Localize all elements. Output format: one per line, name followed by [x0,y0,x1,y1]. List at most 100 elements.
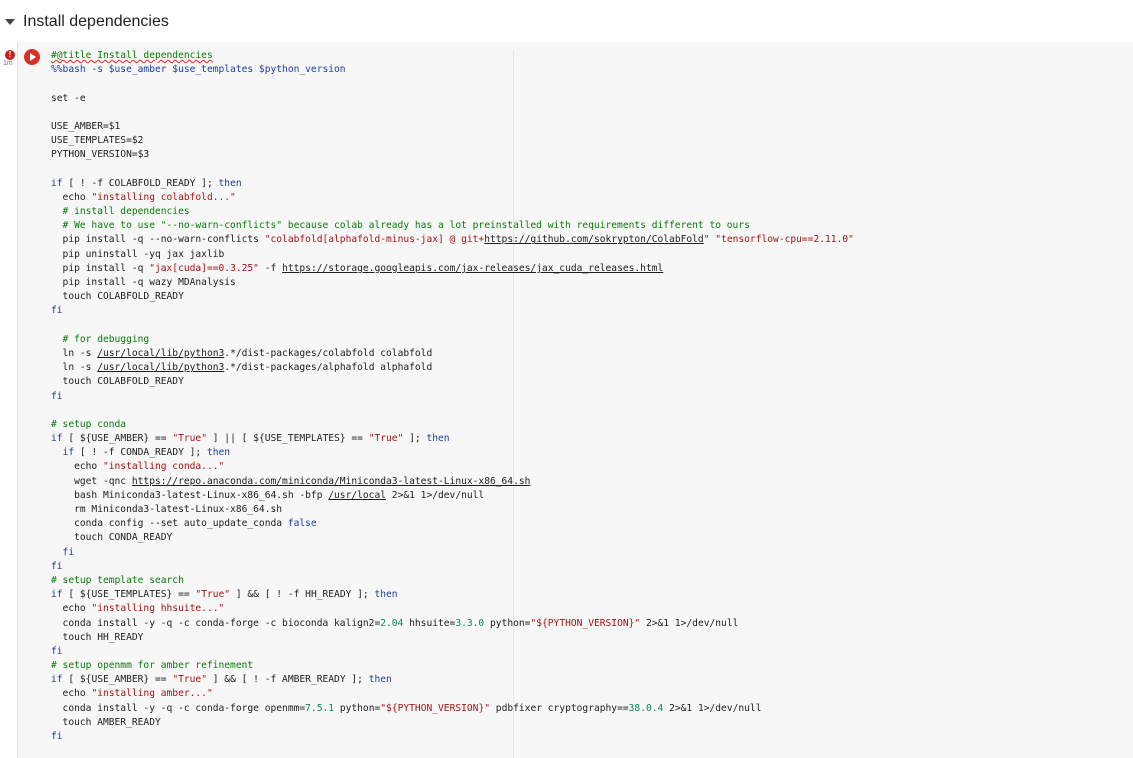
code-line[interactable] [51,319,854,333]
code-line[interactable]: pip install -q --no-warn-conflicts "cola… [51,233,854,247]
code-token: ln -s [51,362,98,374]
code-token: -f [258,262,283,274]
code-token: USE_TEMPLATES=$2 [51,135,144,147]
code-line[interactable] [51,404,854,418]
code-token-url[interactable]: /usr/local [328,490,386,501]
code-line[interactable]: set -e [51,92,854,106]
code-line[interactable]: #@title Install dependencies [51,49,854,63]
code-line[interactable] [51,163,854,177]
code-token: ] || [ ${USE_TEMPLATES} == [206,433,369,445]
code-token-url[interactable]: https://repo.anaconda.com/miniconda/Mini… [132,476,531,487]
code-line[interactable]: bash Miniconda3-latest-Linux-x86_64.sh -… [51,489,854,503]
code-line[interactable]: conda config --set auto_update_conda fal… [51,517,854,531]
code-line[interactable] [51,106,854,120]
code-token-keyword: then [374,589,398,601]
code-line[interactable]: echo "installing hhsuite..." [51,602,854,616]
code-editor[interactable]: #@title Install dependencies %%bash -s $u… [51,49,854,744]
code-token: 2>&1 1>/dev/null [386,489,485,501]
code-token: ln -s [51,347,98,359]
code-line[interactable]: touch AMBER_READY [51,716,854,730]
code-token-url[interactable]: https://github.com/sokrypton/ColabFold [484,234,704,245]
code-token-keyword: then [218,177,242,189]
code-line[interactable]: fi [51,730,854,744]
code-line[interactable]: if [ ${USE_AMBER} == "True" ] || [ ${USE… [51,432,854,446]
code-line[interactable]: fi [51,560,854,574]
code-token-keyword: false [287,518,317,530]
code-token: conda config --set auto_update_conda [51,518,288,530]
code-token: conda install -y -q -c conda-forge -c bi… [51,617,381,629]
code-token: [ ! -f COLABFOLD_READY ]; [62,177,219,189]
code-line[interactable]: echo "installing amber..." [51,687,854,701]
code-line[interactable]: ln -s /usr/local/lib/python3.*/dist-pack… [51,361,854,375]
code-token-comment: # install dependencies [51,206,190,218]
code-line[interactable]: rm Miniconda3-latest-Linux-x86_64.sh [51,503,854,517]
code-line[interactable]: fi [51,546,854,560]
code-line[interactable]: ln -s /usr/local/lib/python3.*/dist-pack… [51,347,854,361]
code-token: pip uninstall -yq jax jaxlib [51,248,225,260]
code-token-keyword: fi [51,305,63,317]
code-line[interactable] [51,77,854,91]
code-line[interactable]: # setup template search [51,574,854,588]
code-token-number: 7.5.1 [305,702,335,714]
code-token: ] && [ ! -f AMBER_READY ]; [206,674,369,686]
code-line[interactable]: touch COLABFOLD_READY [51,375,854,389]
code-token-comment: # setup conda [51,418,127,430]
code-line[interactable]: if [ ! -f COLABFOLD_READY ]; then [51,177,854,191]
code-token-keyword: if [51,674,63,686]
code-line[interactable]: pip install -q wazy MDAnalysis [51,276,854,290]
code-token: python= [484,617,531,629]
code-token-url[interactable]: https://storage.googleapis.com/jax-relea… [282,263,663,274]
code-token: pip install -q --no-warn-conflicts [51,234,265,246]
code-line[interactable]: pip uninstall -yq jax jaxlib [51,248,854,262]
code-token: echo [51,191,92,203]
code-token-string: "tensorflow-cpu==2.11.0" [715,234,854,246]
code-line[interactable]: touch HH_READY [51,631,854,645]
section-header: Install dependencies [0,0,1133,42]
code-token-string: "True" [172,433,207,445]
code-line[interactable]: echo "installing colabfold..." [51,191,854,205]
code-line[interactable]: if [ ${USE_TEMPLATES} == "True" ] && [ !… [51,588,854,602]
play-icon [30,53,36,61]
code-token: .*/dist-packages/alphafold alphafold [224,362,433,374]
section-title: Install dependencies [23,13,169,30]
code-token: set -e [51,92,86,104]
code-line[interactable]: fi [51,304,854,318]
code-token-string: "colabfold[alphafold-minus-jax] @ git+ [264,234,485,246]
code-token-keyword: fi [51,560,63,572]
code-token-comment: #@title Install dependencies [51,50,213,61]
run-cell-button[interactable] [24,49,40,65]
code-token: hhsuite= [403,617,456,629]
code-line[interactable]: fi [51,645,854,659]
code-line[interactable]: # setup openmm for amber refinement [51,659,854,673]
code-line[interactable]: USE_AMBER=$1 [51,120,854,134]
code-line[interactable]: pip install -q "jax[cuda]==0.3.25" -f ht… [51,262,854,276]
code-line[interactable]: # We have to use "--no-warn-conflicts" b… [51,219,854,233]
code-line[interactable]: touch CONDA_READY [51,531,854,545]
code-line[interactable]: conda install -y -q -c conda-forge openm… [51,702,854,716]
code-line[interactable]: PYTHON_VERSION=$3 [51,148,854,162]
code-token-url[interactable]: /usr/local/lib/python3 [97,362,224,373]
code-line[interactable]: fi [51,390,854,404]
code-token-keyword: fi [51,731,63,742]
code-token-number: 2.04 [380,617,404,629]
code-token: [ ! -f CONDA_READY ]; [74,447,207,459]
code-token-number: 3.3.0 [455,617,485,629]
code-token-url[interactable]: /usr/local/lib/python3 [97,348,224,359]
code-token-keyword: if [51,589,63,601]
code-line[interactable]: touch COLABFOLD_READY [51,290,854,304]
code-line[interactable]: %%bash -s $use_amber $use_templates $pyt… [51,63,854,77]
code-line[interactable]: USE_TEMPLATES=$2 [51,134,854,148]
code-token: [ ${USE_AMBER} == [62,674,173,686]
code-line[interactable]: conda install -y -q -c conda-forge -c bi… [51,617,854,631]
code-line[interactable]: wget -qnc https://repo.anaconda.com/mini… [51,475,854,489]
code-line[interactable]: # install dependencies [51,205,854,219]
code-line[interactable]: # setup conda [51,418,854,432]
code-line[interactable]: # for debugging [51,333,854,347]
code-token-magic: %%bash -s $use_amber $use_templates $pyt… [51,64,346,76]
code-token: touch COLABFOLD_READY [51,291,184,303]
code-line[interactable]: if [ ${USE_AMBER} == "True" ] && [ ! -f … [51,673,854,687]
code-line[interactable]: if [ ! -f CONDA_READY ]; then [51,446,854,460]
collapse-caret-icon[interactable] [5,19,15,25]
code-line[interactable]: echo "installing conda..." [51,460,854,474]
code-token: 2>&1 1>/dev/null [640,617,739,629]
